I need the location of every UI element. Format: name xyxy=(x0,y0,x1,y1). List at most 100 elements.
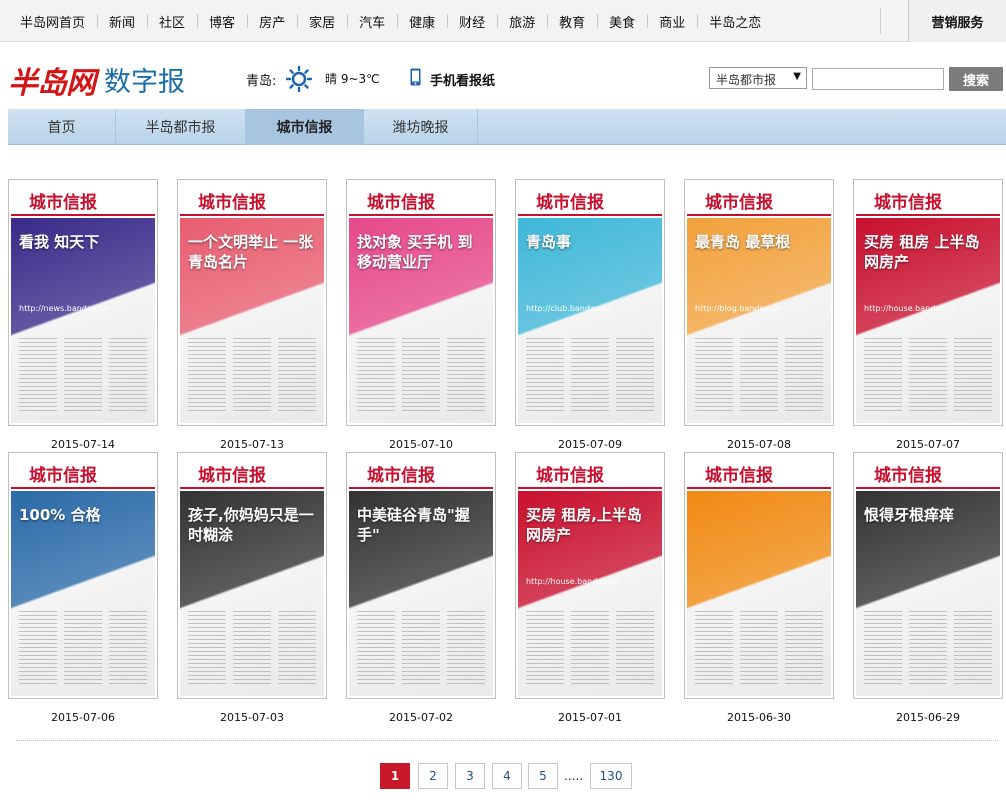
tab-city-news[interactable]: 城市信报 xyxy=(246,109,364,145)
search-button[interactable]: 搜索 xyxy=(949,67,1003,91)
issue-date[interactable]: 2015-06-30 xyxy=(684,711,834,724)
page-button[interactable]: 3 xyxy=(455,763,485,789)
text-column xyxy=(571,611,609,687)
page-button[interactable]: 4 xyxy=(492,763,522,789)
issue-thumbnail[interactable]: 城市信报 青岛事 http://club.bandao.cn xyxy=(515,179,665,426)
text-column xyxy=(64,338,102,414)
issue-date[interactable]: 2015-07-14 xyxy=(8,438,158,451)
text-column xyxy=(526,338,564,414)
top-nav-item[interactable]: 博客 xyxy=(197,12,247,31)
page-button[interactable]: 2 xyxy=(418,763,448,789)
text-column xyxy=(188,338,226,414)
issue-thumbnail[interactable]: 城市信报 买房 租房 上半岛网房产 http://house.bandao.cn xyxy=(853,179,1003,426)
masthead: 城市信报 xyxy=(180,182,324,216)
issue-date[interactable]: 2015-07-06 xyxy=(8,711,158,724)
divider xyxy=(16,740,998,741)
tab-bandao-metro[interactable]: 半岛都市报 xyxy=(116,109,246,145)
top-nav-items: 半岛网首页 新闻 社区 博客 房产 家居 汽车 健康 财经 旅游 教育 美食 商业 半岛之恋 xyxy=(8,0,773,42)
text-column xyxy=(19,611,57,687)
issue-thumbnail[interactable]: 城市信报 找对象 买手机 到移动营业厅 xyxy=(346,179,496,426)
issue-date[interactable]: 2015-07-01 xyxy=(515,711,665,724)
masthead: 城市信报 xyxy=(11,455,155,489)
text-column xyxy=(954,611,992,687)
text-column xyxy=(909,611,947,687)
text-column xyxy=(447,611,485,687)
issue-url: http://house.bandao.cn xyxy=(864,304,957,313)
page-button[interactable]: 5 xyxy=(528,763,558,789)
issue-date[interactable]: 2015-07-13 xyxy=(177,438,327,451)
front-page-artwork: 看我 知天下 http://news.bandao.cn xyxy=(11,218,155,423)
masthead: 城市信报 xyxy=(856,182,1000,216)
top-nav-item[interactable]: 新闻 xyxy=(97,12,147,31)
issue-thumbnail[interactable]: 城市信报 100% 合格 xyxy=(8,452,158,699)
top-nav-item[interactable]: 旅游 xyxy=(497,12,547,31)
top-nav-item[interactable]: 财经 xyxy=(447,12,497,31)
issue-date[interactable]: 2015-07-10 xyxy=(346,438,496,451)
text-column xyxy=(785,338,823,414)
top-nav-item[interactable]: 社区 xyxy=(147,12,197,31)
issue-headline: 青岛事 xyxy=(526,233,572,251)
masthead-title: 城市信报 xyxy=(367,466,435,486)
front-page-artwork: 买房 租房 上半岛网房产 http://house.bandao.cn xyxy=(856,218,1000,423)
issue-headline: 买房 租房,上半岛网房产 xyxy=(526,506,642,544)
issue-thumbnail[interactable]: 城市信报 恨得牙根痒痒 xyxy=(853,452,1003,699)
masthead: 城市信报 xyxy=(687,182,831,216)
masthead: 城市信报 xyxy=(856,455,1000,489)
issue-date[interactable]: 2015-07-02 xyxy=(346,711,496,724)
text-column xyxy=(526,611,564,687)
issue-thumbnail[interactable]: 城市信报 孩子,你妈妈只是一时糊涂 xyxy=(177,452,327,699)
text-column xyxy=(402,338,440,414)
issue-date[interactable]: 2015-06-29 xyxy=(853,711,1003,724)
issue-thumbnail[interactable]: 城市信报 看我 知天下 http://news.bandao.cn xyxy=(8,179,158,426)
newspaper-select[interactable]: 半岛都市报 ▼ xyxy=(709,67,807,89)
front-page-artwork xyxy=(687,491,831,696)
tab-weifang-evening[interactable]: 潍坊晚报 xyxy=(364,109,478,145)
text-column xyxy=(740,338,778,414)
masthead-title: 城市信报 xyxy=(536,193,604,213)
page-ellipsis: ..... xyxy=(564,769,584,783)
masthead-title: 城市信报 xyxy=(705,466,773,486)
text-column xyxy=(864,611,902,687)
top-nav-item[interactable]: 健康 xyxy=(397,12,447,31)
front-page-artwork: 一个文明举止 一张青岛名片 xyxy=(180,218,324,423)
issue-thumbnail[interactable]: 城市信报 xyxy=(684,452,834,699)
issue-thumbnail[interactable]: 城市信报 最青岛 最草根 http://blog.bandao.cn xyxy=(684,179,834,426)
issue-thumbnail[interactable]: 城市信报 中美硅谷青岛"握手" xyxy=(346,452,496,699)
masthead-title: 城市信报 xyxy=(874,466,942,486)
top-nav-item[interactable]: 半岛之恋 xyxy=(697,12,773,31)
page-button[interactable]: 1 xyxy=(380,763,410,789)
text-column xyxy=(233,338,271,414)
issue-thumbnail[interactable]: 城市信报买房 租房,上半岛网房产 http://house.bandao.cn xyxy=(515,452,665,699)
text-column xyxy=(109,338,147,414)
text-column xyxy=(954,338,992,414)
issue-date[interactable]: 2015-07-07 xyxy=(853,438,1003,451)
issue-date[interactable]: 2015-07-08 xyxy=(684,438,834,451)
front-page-artwork: 买房 租房,上半岛网房产 http://house.bandao.cn xyxy=(518,491,662,696)
issue-date[interactable]: 2015-07-09 xyxy=(515,438,665,451)
masthead: 城市信报 xyxy=(518,182,662,216)
text-column xyxy=(785,611,823,687)
last-page-button[interactable]: 130 xyxy=(590,763,632,789)
mobile-edition-link[interactable]: 手机看报纸 xyxy=(430,70,495,89)
issue-thumbnail[interactable]: 城市信报 一个文明举止 一张青岛名片 xyxy=(177,179,327,426)
marketing-service-link[interactable]: 营销服务 xyxy=(908,0,1006,42)
text-column xyxy=(278,338,316,414)
top-nav-item[interactable]: 美食 xyxy=(597,12,647,31)
top-nav-item[interactable]: 房产 xyxy=(247,12,297,31)
top-nav-item[interactable]: 家居 xyxy=(297,12,347,31)
issue-headline: 看我 知天下 xyxy=(19,233,100,251)
text-column xyxy=(233,611,271,687)
issue-date[interactable]: 2015-07-03 xyxy=(177,711,327,724)
tab-home[interactable]: 首页 xyxy=(8,109,116,145)
site-logo[interactable]: 半岛网 xyxy=(8,58,96,102)
top-nav-item[interactable]: 教育 xyxy=(547,12,597,31)
search-input[interactable] xyxy=(812,68,944,90)
top-nav-item[interactable]: 汽车 xyxy=(347,12,397,31)
phone-icon xyxy=(410,68,421,86)
top-nav-item[interactable]: 商业 xyxy=(647,12,697,31)
text-column xyxy=(19,338,57,414)
top-navigation: 半岛网首页 新闻 社区 博客 房产 家居 汽车 健康 财经 旅游 教育 美食 商业 半岛之恋 营销服务 xyxy=(0,0,1006,42)
top-nav-item[interactable]: 半岛网首页 xyxy=(8,12,97,31)
masthead-title: 城市信报 xyxy=(536,466,604,486)
nav-divider xyxy=(880,8,881,34)
